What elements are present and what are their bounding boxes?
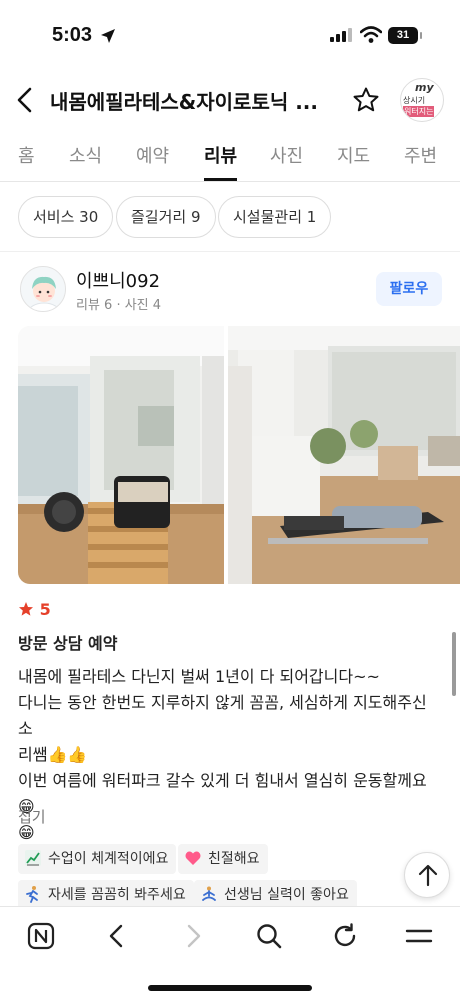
keyword-tag: 수업이 체계적이에요 [18,844,177,874]
menu-icon[interactable] [404,921,434,951]
review-filter-chips: 서비스 30 즐길거리 9 시설물관리 1 [0,182,460,252]
keyword-tag: 친절해요 [178,844,268,874]
browser-back-icon[interactable] [102,921,132,951]
scrollbar[interactable] [452,632,456,696]
tab-reservation[interactable]: 예약 [136,142,169,168]
reviewer-name[interactable]: 이쁘니092 [76,267,160,293]
thumbnail-text: my [415,81,434,94]
browser-forward-icon[interactable] [178,921,208,951]
tab-map[interactable]: 지도 [337,142,370,168]
review-photo-image [18,326,224,584]
wifi-icon [360,26,382,43]
review-photo-image [228,326,460,584]
active-tab-indicator [204,178,237,181]
scroll-to-top-button[interactable] [404,852,450,898]
review-line: 이번 여름에 워터파크 갈수 있게 더 힘내서 열심히 운동할께요😁 [18,771,427,816]
chart-up-icon [25,850,41,866]
filter-chip-facility[interactable]: 시설물관리 1 [218,196,332,238]
battery-icon: 31 [388,27,422,44]
visit-info: 방문 상담 예약 [18,634,118,653]
filter-chip-service[interactable]: 서비스 30 [18,196,114,238]
avatar-illustration [21,267,65,311]
rating-value: 5 [39,600,51,619]
tab-reviews[interactable]: 리뷰 [204,142,237,168]
keyword-label: 자세를 꼼꼼히 봐주세요 [48,887,186,903]
reviewer-meta: 리뷰 6 · 사진 4 [76,298,162,313]
filter-chip-fun[interactable]: 즐길거리 9 [116,196,216,238]
avatar[interactable] [20,266,66,312]
follow-button[interactable]: 팔로우 [376,272,442,306]
search-icon[interactable] [254,921,284,951]
heart-icon [185,851,201,865]
review-line: 내몸에 필라테스 다닌지 벌써 1년이 다 되어갑니다~~ [18,667,380,686]
rating: 5 [18,600,51,619]
back-arrow-icon[interactable] [14,86,38,114]
browser-toolbar [0,906,460,1000]
location-arrow-icon [101,29,115,43]
fold-link[interactable]: 접기 [18,806,46,827]
tab-news[interactable]: 소식 [69,142,102,168]
thumbnail-text: 워터지는 [403,106,435,117]
tab-bar: 홈 소식 예약 리뷰 사진 지도 주변 [0,130,460,182]
status-time: 5:03 [52,24,93,46]
refresh-icon[interactable] [330,921,360,951]
review-line: 😁 [18,823,35,842]
naver-home-icon[interactable] [26,921,56,951]
arrow-up-icon [418,864,438,887]
home-indicator [148,985,312,991]
tab-home[interactable]: 홈 [18,142,35,168]
star-icon [19,602,33,616]
running-person-icon [26,886,38,903]
review-photo[interactable] [18,326,224,584]
review-photo[interactable] [228,326,460,584]
review-line: 리쌤👍👍 [18,745,88,764]
keyword-label: 친절해요 [208,851,260,867]
thumbnail-text: 상시기 [403,96,426,105]
keyword-label: 수업이 체계적이에요 [48,851,169,867]
header: 내몸에필라테스&자이로토닉 ... my 상시기 워터지는 [0,72,460,128]
status-bar: 5:03 31 [0,0,460,72]
review-body: 내몸에 필라테스 다닌지 벌써 1년이 다 되어갑니다~~ 다니는 동안 한번도… [18,664,438,846]
cellular-signal-icon [330,28,352,42]
tab-photos[interactable]: 사진 [270,142,303,168]
tab-nearby[interactable]: 주변 [404,142,437,168]
place-thumbnail[interactable]: my 상시기 워터지는 [400,78,444,122]
reviewer-profile: 이쁘니092 리뷰 6 · 사진 4 팔로우 [0,252,460,324]
review-line: 다니는 동안 한번도 지루하지 않게 꼼꼼, 세심하게 지도해주신 소 [18,693,427,738]
place-title: 내몸에필라테스&자이로토닉 ... [50,90,318,114]
keyword-label: 선생님 실력이 좋아요 [224,887,349,903]
bookmark-star-icon[interactable] [352,86,380,114]
meditating-person-icon [202,886,216,901]
